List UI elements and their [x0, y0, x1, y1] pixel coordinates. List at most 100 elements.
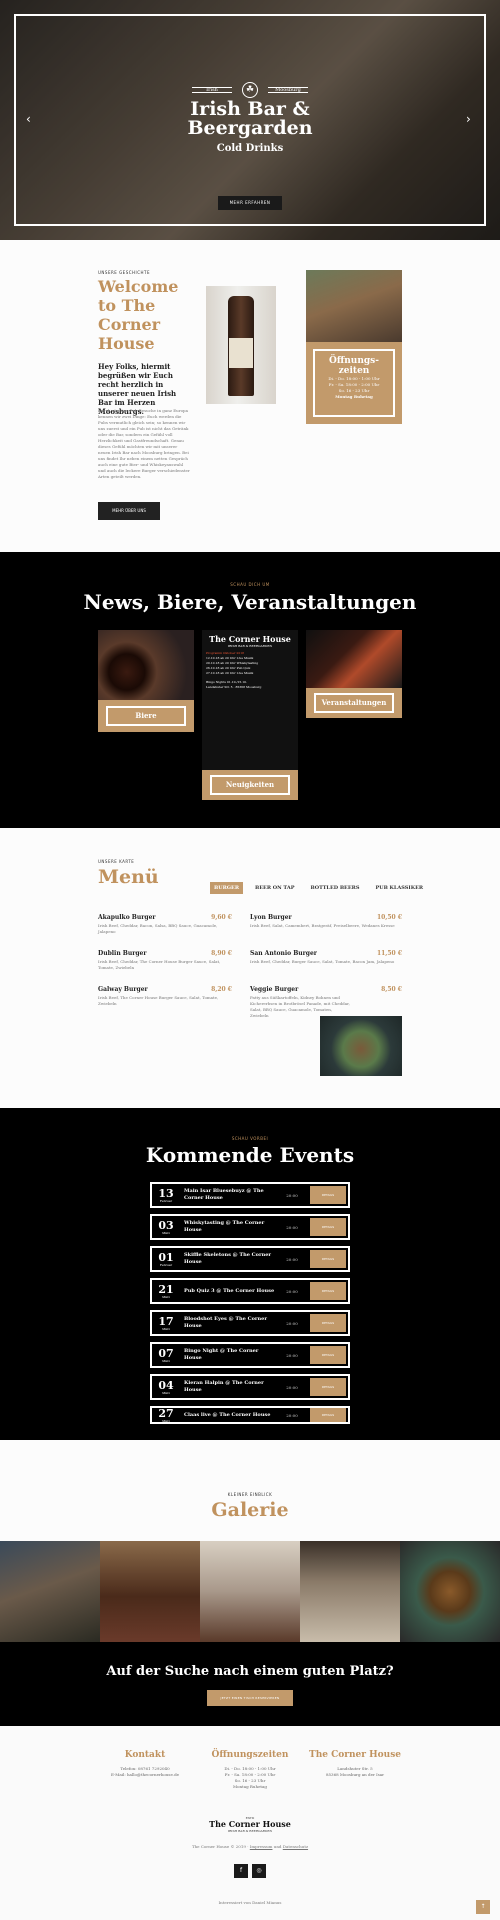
event-date: 21 März	[152, 1284, 180, 1299]
events-card[interactable]: Veranstaltungen	[306, 630, 402, 718]
hours-line: Montag Ruhetag	[335, 394, 373, 399]
opening-hours-title-line2: zeiten	[338, 366, 370, 376]
shamrock-logo-icon: ☘	[242, 82, 258, 98]
hero-brand-right: Moosburg	[268, 87, 308, 93]
footer-copyright: The Corner House © 2019 · Impressum und …	[0, 1844, 500, 1849]
event-details-button[interactable]: DETAILS	[310, 1346, 346, 1364]
event-time: 20:00	[286, 1384, 298, 1390]
event-title: Bloodshot Eyes @ The Corner House	[184, 1316, 267, 1329]
facebook-icon[interactable]: f	[234, 1864, 248, 1878]
event-month: März	[162, 1294, 170, 1299]
footer-hours: Öffnungszeiten Di. - Do. 18:00 - 1:00 Uh…	[195, 1750, 305, 1790]
beer-card[interactable]: Biere	[98, 630, 194, 732]
menu-tabs: BURGER BEER ON TAP BOTTLED BEERS PUB KLA…	[210, 882, 427, 894]
event-details-button[interactable]: DETAILS	[310, 1408, 346, 1422]
footer-logo-name: The Corner House	[209, 1819, 291, 1829]
hero-subtitle: Cold Drinks	[216, 143, 284, 154]
footer-hours-title: Öffnungszeiten	[211, 1750, 289, 1760]
chevron-right-icon[interactable]: ›	[466, 112, 471, 126]
gallery-photo[interactable]	[0, 1541, 100, 1642]
datenschutz-link[interactable]: Datenschutz	[283, 1844, 308, 1849]
event-date: 04 März	[152, 1380, 180, 1395]
hero-section: Irish ☘ Moosburg Irish Bar & Beergarden …	[0, 0, 500, 240]
tab-pub-klassiker[interactable]: PUB KLASSIKER	[371, 882, 427, 894]
menu-item-desc: Irish Beef, Cheddar, Bacon, Salsa, BBQ S…	[98, 923, 218, 934]
gallery-title: Galerie	[211, 1499, 289, 1521]
welcome-title-line4: House	[98, 334, 155, 353]
gallery-photo[interactable]	[100, 1541, 200, 1642]
menu-item: Dublin Burger 8,90 € Irish Beef, Cheddar…	[98, 950, 232, 971]
menu-item: Akapulko Burger 9,60 € Irish Beef, Chedd…	[98, 914, 232, 935]
beer-card-label[interactable]: Biere	[106, 706, 186, 726]
event-time: 20:00	[286, 1192, 298, 1198]
event-row: 01 Februar Skiffle Skeletons @ The Corner…	[150, 1246, 350, 1272]
event-day: 01	[158, 1250, 174, 1264]
reserve-table-button[interactable]: JETZT EINEN TISCH RESERVIEREN	[207, 1690, 293, 1706]
event-title: Whiskytasting @ The Corner House	[184, 1220, 265, 1233]
event-month: März	[162, 1418, 170, 1423]
news-card-label[interactable]: Neuigkeiten	[210, 775, 290, 795]
hero-brand-line: Irish ☘ Moosburg	[0, 82, 500, 98]
event-time: 20:00	[286, 1256, 298, 1262]
menu-title: Menü	[98, 866, 159, 888]
event-time: 20:00	[286, 1412, 298, 1418]
chevron-left-icon[interactable]: ‹	[26, 112, 31, 126]
event-details-button[interactable]: DETAILS	[310, 1314, 346, 1332]
welcome-eyebrow: UNSERE GESCHICHTE	[98, 270, 150, 275]
opening-hours-title: Öffnungs- zeiten	[315, 356, 393, 376]
event-month: Februar	[159, 1198, 173, 1203]
event-day: 21	[158, 1282, 174, 1296]
impressum-link[interactable]: Impressum	[250, 1844, 273, 1849]
event-details-button[interactable]: DETAILS	[310, 1186, 346, 1204]
hero-more-button[interactable]: MEHR ERFAHREN	[218, 196, 282, 210]
news-section: SCHAU DICH UM News, Biere, Veranstaltung…	[0, 552, 500, 828]
gallery-eyebrow: KLEINER EINBLICK	[227, 1492, 273, 1497]
event-month: März	[162, 1390, 170, 1395]
menu-item: Galway Burger 8,20 € Irish Beef, The Cor…	[98, 986, 232, 1007]
event-month: März	[162, 1326, 170, 1331]
event-day: 13	[158, 1186, 174, 1200]
menu-item: Veggie Burger 8,50 € Patty aus Süßkartof…	[250, 986, 402, 1019]
welcome-title-line2: to The	[98, 296, 156, 315]
terrace-image	[306, 270, 402, 342]
event-details-button[interactable]: DETAILS	[310, 1378, 346, 1396]
event-details-button[interactable]: DETAILS	[310, 1250, 346, 1268]
menu-item-desc: Irish Beef, Cheddar, The Corner House Bu…	[98, 959, 221, 970]
event-month: Februar	[159, 1262, 173, 1267]
gallery-section: KLEINER EINBLICK Galerie	[0, 1440, 500, 1642]
events-section: SCHAU VORBEI Kommende Events 13 Februar M…	[0, 1108, 500, 1440]
und-text: und	[273, 1844, 282, 1849]
news-flyer[interactable]: The Corner House IRISH BAR & BEERGARDEN …	[202, 630, 298, 770]
footer-email[interactable]: E-Mail: hallo@thecornerhouse.de	[90, 1772, 200, 1778]
welcome-title-line3: Corner	[98, 315, 161, 334]
instagram-icon[interactable]: ◎	[252, 1864, 266, 1878]
event-title: Skiffle Skeletons @ The Corner House	[184, 1252, 272, 1265]
footer-contact-title: Kontakt	[124, 1750, 166, 1760]
gallery-photo[interactable]	[300, 1541, 400, 1642]
tab-beer-on-tap[interactable]: BEER ON TAP	[251, 882, 299, 894]
tab-burger[interactable]: BURGER	[210, 882, 243, 894]
gallery-photo[interactable]	[400, 1541, 500, 1642]
event-month: März	[162, 1358, 170, 1363]
events-title: Kommende Events	[145, 1143, 355, 1167]
burger-plate-image	[320, 1016, 402, 1076]
events-card-label[interactable]: Veranstaltungen	[314, 693, 394, 713]
about-us-button[interactable]: MEHR ÜBER UNS	[98, 502, 160, 520]
gallery-photo[interactable]	[200, 1541, 300, 1642]
menu-item: Lyon Burger 10,50 € Irish Beef, Salat, C…	[250, 914, 402, 929]
event-row: 21 März Pub Quiz 3 @ The Corner House 20:…	[150, 1278, 350, 1304]
menu-item-name: Veggie Burger	[250, 986, 299, 993]
tab-bottled-beers[interactable]: BOTTLED BEERS	[306, 882, 363, 894]
event-day: 03	[158, 1218, 174, 1232]
footer-address: The Corner House Landshuter Str. 5 85368…	[300, 1750, 410, 1778]
event-date: 03 März	[152, 1220, 180, 1235]
event-details-button[interactable]: DETAILS	[310, 1218, 346, 1236]
event-details-button[interactable]: DETAILS	[310, 1282, 346, 1300]
bottle-label	[229, 338, 253, 368]
event-day: 27	[158, 1406, 174, 1420]
welcome-title-line1: Welcome	[98, 277, 179, 296]
hero-brand-left: Irish	[192, 87, 232, 93]
news-card[interactable]: Neuigkeiten	[202, 770, 298, 800]
scroll-to-top-icon[interactable]: ↑	[476, 1900, 490, 1914]
welcome-section: UNSERE GESCHICHTE Welcome to The Corner …	[0, 240, 500, 552]
